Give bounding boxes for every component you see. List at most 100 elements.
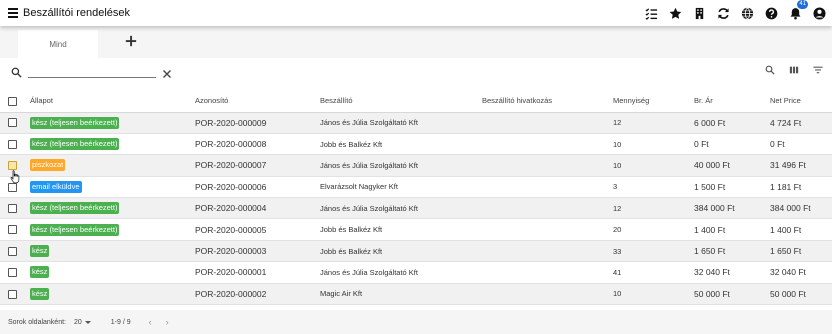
- tab-all[interactable]: Mind: [18, 30, 98, 58]
- row-checkbox[interactable]: [8, 204, 17, 214]
- column-header-supplier-ref[interactable]: Beszállító hivatkozás: [482, 90, 613, 113]
- status-badge: email elküldve: [30, 180, 82, 193]
- supplier-ref-cell: [482, 261, 613, 284]
- supplier-cell: Jobb és Balkéz Kft: [320, 240, 482, 263]
- net-price-cell: 4 724 Ft: [770, 112, 832, 134]
- notification-badge: 41: [797, 0, 808, 9]
- gross-price-cell: 40 000 Ft: [694, 154, 770, 177]
- row-checkbox[interactable]: [8, 289, 17, 299]
- net-price-cell: 1 400 Ft: [770, 218, 832, 241]
- status-cell: kész (teljesen beérkezett): [30, 197, 195, 220]
- refresh-icon[interactable]: [717, 7, 730, 20]
- table-row[interactable]: piszkozat POR-2020-000007 János és Júlia S…: [0, 154, 832, 177]
- row-checkbox[interactable]: [8, 161, 17, 171]
- net-price-cell: 1 181 Ft: [770, 176, 832, 199]
- table-row[interactable]: kész (teljesen beérkezett) POR-2020-00000…: [0, 112, 832, 134]
- rows-per-page-value: 20: [73, 318, 82, 326]
- close-icon[interactable]: [162, 66, 172, 78]
- bell-icon[interactable]: 41: [789, 0, 808, 20]
- help-icon[interactable]: [765, 7, 778, 20]
- net-price-cell: 32 040 Ft: [770, 261, 832, 284]
- app-bar: Beszállítói rendelések 41: [0, 0, 832, 26]
- checklist-icon[interactable]: [645, 7, 658, 20]
- globe-icon[interactable]: [741, 7, 754, 20]
- column-header-supplier[interactable]: Beszállító: [320, 90, 482, 113]
- search-icon: [11, 65, 22, 78]
- status-cell: kész (teljesen beérkezett): [30, 133, 195, 156]
- net-price-cell: 50 000 Ft: [770, 283, 832, 306]
- row-checkbox[interactable]: [8, 246, 17, 256]
- status-cell: kész: [30, 261, 195, 284]
- order-id-cell: POR-2020-000003: [195, 240, 320, 263]
- table-row[interactable]: kész POR-2020-000002 Magic Air Kft 10 50 000…: [0, 283, 832, 306]
- order-id-cell: POR-2020-000007: [195, 154, 320, 177]
- column-header-gross-price[interactable]: Br. Ár: [694, 90, 770, 113]
- row-select-cell: [0, 218, 30, 241]
- status-badge: kész (teljesen beérkezett): [30, 116, 120, 129]
- gross-price-cell: 32 040 Ft: [694, 261, 770, 284]
- status-cell: kész: [30, 240, 195, 263]
- building-icon[interactable]: [693, 7, 706, 20]
- table-tools: [752, 64, 824, 76]
- filter-icon[interactable]: [812, 64, 824, 76]
- table-row[interactable]: kész (teljesen beérkezett) POR-2020-00000…: [0, 197, 832, 220]
- table-header: Állapot Azonosító Beszállító Beszállító …: [0, 90, 832, 113]
- row-checkbox[interactable]: [8, 268, 17, 278]
- table-row[interactable]: kész POR-2020-000001 János és Júlia Szolgá…: [0, 261, 832, 284]
- row-checkbox[interactable]: [8, 139, 17, 149]
- search-bar: [0, 58, 832, 86]
- column-header-net-price[interactable]: Net Price: [770, 90, 832, 113]
- order-id-cell: POR-2020-000004: [195, 197, 320, 220]
- menu-icon[interactable]: [8, 8, 18, 18]
- status-cell: kész (teljesen beérkezett): [30, 112, 195, 134]
- chevron-left-icon[interactable]: ‹: [149, 317, 152, 327]
- columns-icon[interactable]: [788, 64, 800, 76]
- row-checkbox[interactable]: [8, 118, 17, 128]
- status-badge: piszkozat: [30, 159, 66, 172]
- supplier-ref-cell: [482, 133, 613, 156]
- supplier-cell: János és Júlia Szolgáltató Kft: [320, 261, 482, 284]
- supplier-ref-cell: [482, 154, 613, 177]
- account-icon[interactable]: [813, 6, 826, 20]
- supplier-ref-cell: [482, 112, 613, 134]
- status-badge: kész: [30, 287, 50, 300]
- select-all-cell: [0, 90, 30, 113]
- supplier-ref-cell: [482, 240, 613, 263]
- table-row[interactable]: kész POR-2020-000003 Jobb és Balkéz Kft 33 1…: [0, 240, 832, 263]
- search-icon[interactable]: [764, 64, 776, 76]
- tab-bar: Mind: [0, 26, 832, 58]
- gross-price-cell: 6 000 Ft: [694, 112, 770, 134]
- star-icon[interactable]: [669, 7, 682, 20]
- top-actions: 41: [634, 0, 826, 26]
- quantity-cell: 33: [613, 240, 694, 263]
- column-header-status[interactable]: Állapot: [30, 90, 195, 113]
- row-select-cell: [0, 133, 30, 156]
- status-cell: email elküldve: [30, 176, 195, 199]
- net-price-cell: 0 Ft: [770, 133, 832, 156]
- plus-icon[interactable]: [124, 34, 138, 48]
- quantity-cell: 41: [613, 261, 694, 284]
- status-badge: kész (teljesen beérkezett): [30, 223, 120, 236]
- rows-per-page-select[interactable]: 20: [74, 319, 91, 326]
- table-row[interactable]: email elküldve POR-2020-000006 Elvarázsolt…: [0, 176, 832, 199]
- status-cell: kész (teljesen beérkezett): [30, 218, 195, 241]
- order-id-cell: POR-2020-000002: [195, 283, 320, 306]
- chevron-right-icon[interactable]: ›: [166, 317, 169, 327]
- row-checkbox[interactable]: [8, 225, 17, 235]
- table-row[interactable]: kész (teljesen beérkezett) POR-2020-00000…: [0, 133, 832, 156]
- pager: ‹ ›: [149, 317, 169, 327]
- select-all-checkbox[interactable]: [8, 96, 17, 106]
- cursor-hand-icon: [10, 170, 20, 184]
- gross-price-cell: 1 400 Ft: [694, 218, 770, 241]
- row-select-cell: [0, 283, 30, 306]
- search-input[interactable]: [28, 64, 156, 78]
- order-id-cell: POR-2020-000005: [195, 218, 320, 241]
- quantity-cell: 3: [613, 176, 694, 199]
- column-header-quantity[interactable]: Mennyiség: [613, 90, 694, 113]
- supplier-cell: Magic Air Kft: [320, 283, 482, 306]
- table-row[interactable]: kész (teljesen beérkezett) POR-2020-00000…: [0, 218, 832, 241]
- column-header-id[interactable]: Azonosító: [195, 90, 320, 113]
- supplier-ref-cell: [482, 218, 613, 241]
- gross-price-cell: 384 000 Ft: [694, 197, 770, 220]
- supplier-cell: Jobb és Balkéz Kft: [320, 218, 482, 241]
